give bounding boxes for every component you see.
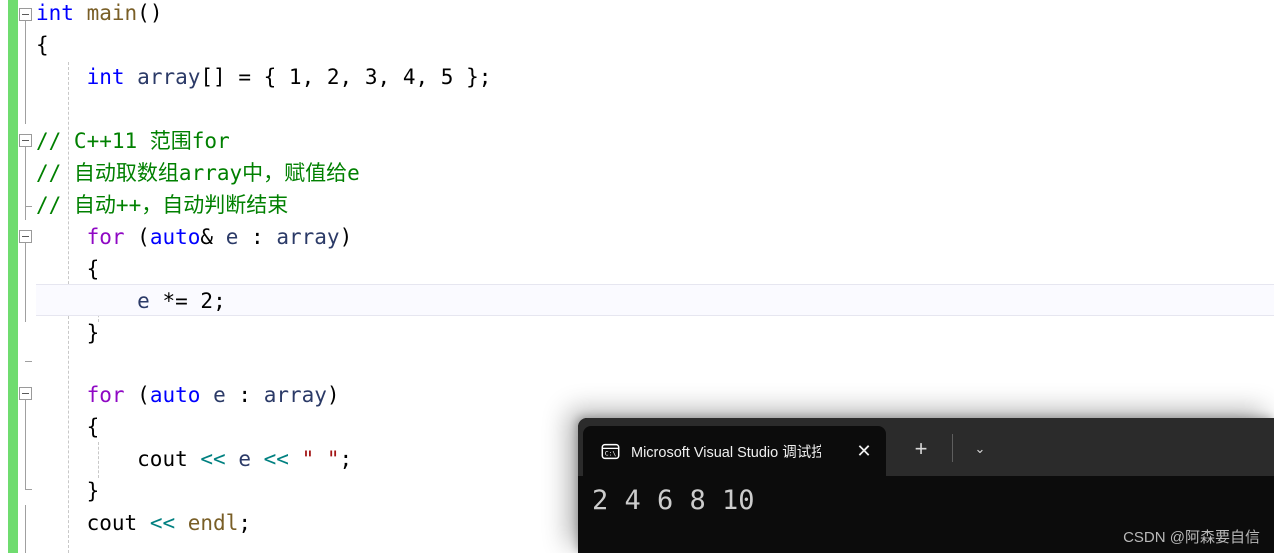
console-output-text: 2 4 6 8 10 <box>592 485 755 516</box>
code-line-11[interactable]: e *= 2; <box>36 285 226 317</box>
code-line-7[interactable]: // 自动取数组array中，赋值给e <box>36 157 360 189</box>
new-tab-button[interactable]: + <box>908 436 934 462</box>
console-tab-title: Microsoft Visual Studio 调试控 <box>631 444 821 461</box>
code-line-16[interactable]: cout << e << " "; <box>36 443 352 475</box>
chevron-down-icon[interactable]: ⌄ <box>968 438 992 460</box>
svg-text:C:\: C:\ <box>605 449 617 457</box>
console-title-bar[interactable]: C:\ Microsoft Visual Studio 调试控 ✕ + ⌄ <box>578 418 1274 476</box>
code-line-9[interactable]: for (auto& e : array) <box>36 221 353 253</box>
code-line-4[interactable]: int array[] = { 1, 2, 3, 4, 5 }; <box>36 61 492 93</box>
csdn-watermark: CSDN @阿森要自信 <box>1123 529 1260 546</box>
close-icon[interactable]: ✕ <box>854 441 874 461</box>
code-line-12[interactable]: } <box>36 317 100 349</box>
console-cmd-icon: C:\ <box>601 442 620 461</box>
console-output-area[interactable]: 2 4 6 8 10 CSDN @阿森要自信 <box>578 476 1274 553</box>
toolbar-divider <box>952 434 953 462</box>
code-line-1[interactable]: int main() <box>36 0 162 29</box>
code-line-6[interactable]: // C++11 范围for <box>36 125 230 157</box>
code-line-10[interactable]: { <box>36 253 100 285</box>
code-line-14[interactable]: for (auto e : array) <box>36 379 340 411</box>
code-line-18[interactable]: cout << endl; <box>36 507 251 539</box>
code-line-17[interactable]: } <box>36 475 100 507</box>
code-line-8[interactable]: // 自动++，自动判断结束 <box>36 189 288 221</box>
code-line-2[interactable]: { <box>36 29 49 61</box>
debug-console-window[interactable]: C:\ Microsoft Visual Studio 调试控 ✕ + ⌄ 2 … <box>578 418 1274 553</box>
console-tab[interactable]: C:\ Microsoft Visual Studio 调试控 ✕ <box>583 426 886 476</box>
code-line-15[interactable]: { <box>36 411 100 443</box>
